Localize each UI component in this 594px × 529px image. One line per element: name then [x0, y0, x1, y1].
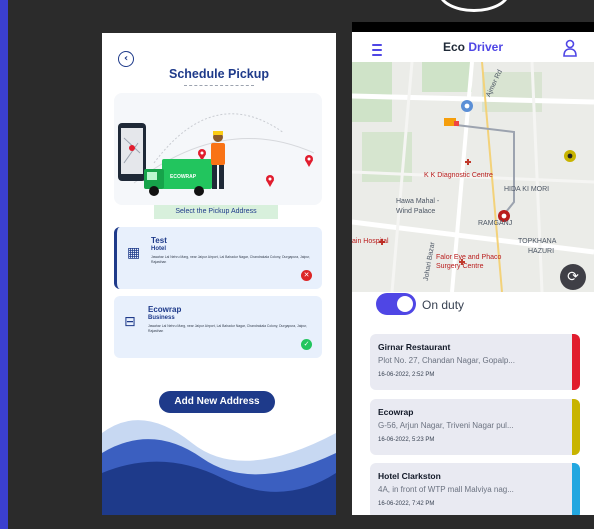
map-label-hida: HIDA KI MORI	[504, 186, 550, 193]
location-pin-icon	[266, 175, 274, 187]
add-new-address-button[interactable]: Add New Address	[159, 391, 275, 413]
pickup-illustration: ECOWRAP	[114, 93, 322, 205]
order-card[interactable]: Hotel Clarkston 4A, in front of WTP mall…	[370, 463, 580, 515]
user-icon[interactable]	[562, 38, 578, 58]
map-label-ram: RAMGANJ	[478, 220, 513, 227]
chevron-left-icon: ‹	[123, 53, 129, 64]
on-duty-label: On duty	[422, 298, 465, 312]
order-address: G-56, Arjun Nagar, Triveni Nagar pul...	[378, 421, 514, 430]
map-label-topkhana: TOPKHANA	[518, 238, 557, 245]
app-name: Eco	[442, 40, 465, 54]
schedule-pickup-screen: ‹ Schedule Pickup ECOWRAP Select the Pic…	[102, 33, 336, 515]
order-time: 16-06-2022, 2:52 PM	[378, 372, 435, 378]
map-label-wind: Wind Palace	[396, 208, 436, 215]
order-name: Girnar Restaurant	[378, 342, 451, 352]
address-text: Jawahar Lal Nehru Marg, near Jaipur Airp…	[148, 324, 308, 333]
order-card[interactable]: Ecowrap G-56, Arjun Nagar, Triveni Nagar…	[370, 399, 580, 455]
order-status-bar	[572, 399, 580, 455]
decorative-ring	[438, 0, 510, 12]
building-icon: ▦	[127, 245, 141, 261]
address-card-ecowrap[interactable]: ⊟ Ecowrap Business Jawahar Lal Nehru Mar…	[114, 296, 322, 358]
address-text: Jawahar Lal Nehru Marg, near Jaipur Airp…	[151, 255, 311, 264]
address-type: Business	[148, 315, 175, 321]
map-label-hazuri: HAZURI	[528, 248, 555, 255]
toggle-knob	[397, 296, 413, 312]
order-status-bar	[572, 463, 580, 515]
status-bar	[352, 22, 594, 32]
briefcase-icon: ⊟	[124, 314, 136, 330]
back-button[interactable]: ‹	[118, 51, 134, 67]
order-name: Ecowrap	[378, 407, 414, 417]
on-duty-toggle[interactable]	[376, 293, 416, 315]
title-underline	[184, 85, 254, 86]
order-time: 16-06-2022, 7:42 PM	[378, 501, 435, 507]
map-label-falor2: Surgery Centre	[436, 263, 484, 270]
address-card-test[interactable]: ▦ Test Hotel Jawahar Lal Nehru Marg, nea…	[114, 227, 322, 289]
worker-figure	[211, 131, 225, 189]
smartphone-icon	[118, 123, 146, 181]
order-address: Plot No. 27, Chandan Nagar, Gopalp...	[378, 356, 515, 365]
footer-wave	[102, 420, 336, 515]
canvas-background: ‹ Schedule Pickup ECOWRAP Select the Pic…	[8, 0, 594, 529]
refresh-button[interactable]: ⟳	[560, 264, 586, 290]
location-pin-icon	[564, 150, 576, 162]
app-title: Eco Driver	[352, 40, 594, 54]
address-name: Ecowrap	[148, 305, 182, 314]
approved-status-icon: ✓	[301, 339, 312, 350]
order-name: Hotel Clarkston	[378, 471, 441, 481]
app-header: Eco Driver	[352, 32, 594, 62]
order-card[interactable]: Girnar Restaurant Plot No. 27, Chandan N…	[370, 334, 580, 390]
refresh-icon: ⟳	[567, 269, 579, 285]
app-name-accent: Driver	[468, 40, 504, 54]
order-address: 4A, in front of WTP mall Malviya nag...	[378, 485, 514, 494]
location-pin-icon	[305, 155, 313, 167]
rejected-status-icon[interactable]: ✕	[301, 270, 312, 281]
order-status-bar	[572, 334, 580, 390]
truck-brand-text: ECOWRAP	[170, 174, 197, 180]
select-address-label: Select the Pickup Address	[154, 205, 278, 219]
location-pin-icon	[461, 100, 473, 112]
map-label-falor1: Falor Eye and Phaco	[436, 254, 502, 261]
illustration-svg: ECOWRAP	[118, 113, 315, 196]
order-time: 16-06-2022, 5:23 PM	[378, 437, 435, 443]
address-name: Test	[151, 236, 167, 245]
eco-driver-screen: Eco Driver Ajmer Rd K K Diagnostic Centr…	[352, 22, 594, 515]
map-view[interactable]: Ajmer Rd K K Diagnostic Centre HIDA KI M…	[352, 62, 594, 292]
map-label-diagnostic: K K Diagnostic Centre	[424, 172, 493, 179]
address-type: Hotel	[151, 246, 166, 252]
map-label-hawa: Hawa Mahal -	[396, 198, 440, 205]
page-title: Schedule Pickup	[168, 67, 270, 81]
map-label-hospital: ain Hospital	[352, 238, 389, 245]
